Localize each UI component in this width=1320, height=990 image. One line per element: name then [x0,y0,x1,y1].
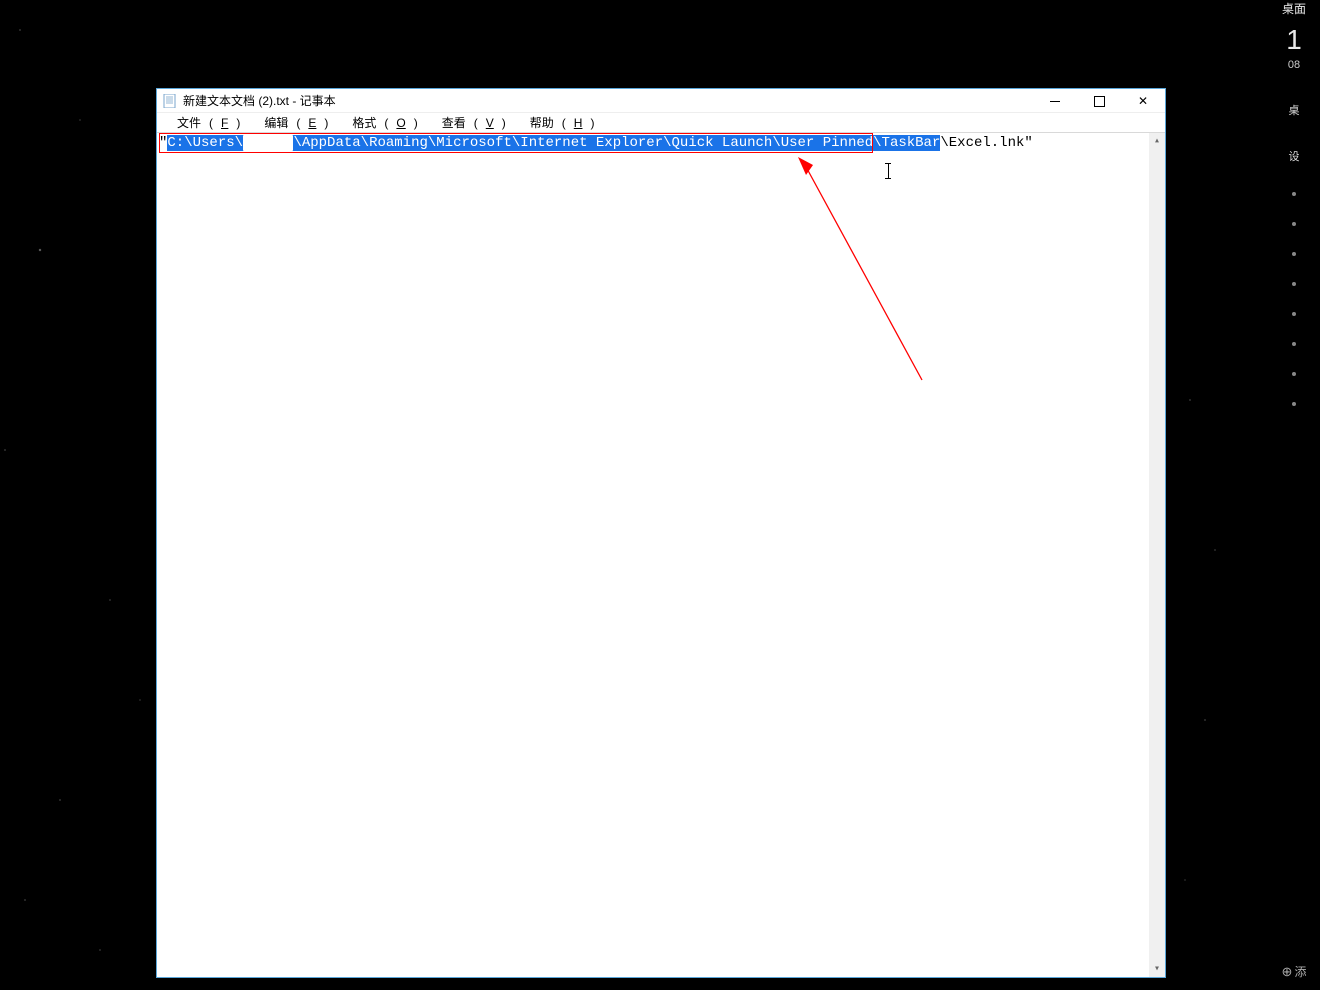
menu-edit[interactable]: 编辑(E) [248,113,336,132]
redacted-username: ██████ [243,135,293,151]
notepad-icon [163,94,177,108]
menu-view[interactable]: 查看(V) [426,113,514,132]
window-titlebar[interactable]: 新建文本文档 (2).txt - 记事本 [157,89,1165,113]
editor-content[interactable]: "C:\Users\██████\AppData\Roaming\Microso… [159,135,1149,975]
menu-help[interactable]: 帮助(H) [514,113,603,132]
menu-bar: 文件(F) 编辑(E) 格式(O) 查看(V) 帮助(H) [157,113,1165,133]
text-caret-icon [885,163,891,179]
widget-top-label[interactable]: 桌面 [1282,2,1306,18]
widget-add-button[interactable]: 添 [1282,963,1307,980]
widget-clock: 1 [1282,22,1306,58]
notepad-window: 新建文本文档 (2).txt - 记事本 文件(F) 编辑(E) 格式(O) 查… [156,88,1166,978]
menu-format[interactable]: 格式(O) [336,113,425,132]
widget-shortcut-2[interactable]: 设 [1289,148,1300,164]
vertical-scrollbar[interactable]: ▴ ▾ [1149,133,1165,977]
trailing-text: \Excel.lnk" [940,135,1032,151]
widget-shortcut-1[interactable]: 桌 [1289,102,1300,118]
widget-dot-indicators [1292,192,1296,406]
menu-file[interactable]: 文件(F) [161,113,248,132]
scroll-up-arrow-icon[interactable]: ▴ [1149,133,1165,149]
window-maximize-button[interactable] [1077,89,1121,113]
window-minimize-button[interactable] [1033,89,1077,113]
editor-area[interactable]: "C:\Users\██████\AppData\Roaming\Microso… [157,133,1165,977]
desktop-widget-sidebar: 桌面 1 08 桌 设 添 [1268,0,1320,990]
window-close-button[interactable] [1121,89,1165,113]
scroll-down-arrow-icon[interactable]: ▾ [1149,961,1165,977]
widget-date: 08 [1282,58,1306,72]
window-title: 新建文本文档 (2).txt - 记事本 [183,92,336,109]
selected-text: C:\Users\██████\AppData\Roaming\Microsof… [167,135,940,151]
